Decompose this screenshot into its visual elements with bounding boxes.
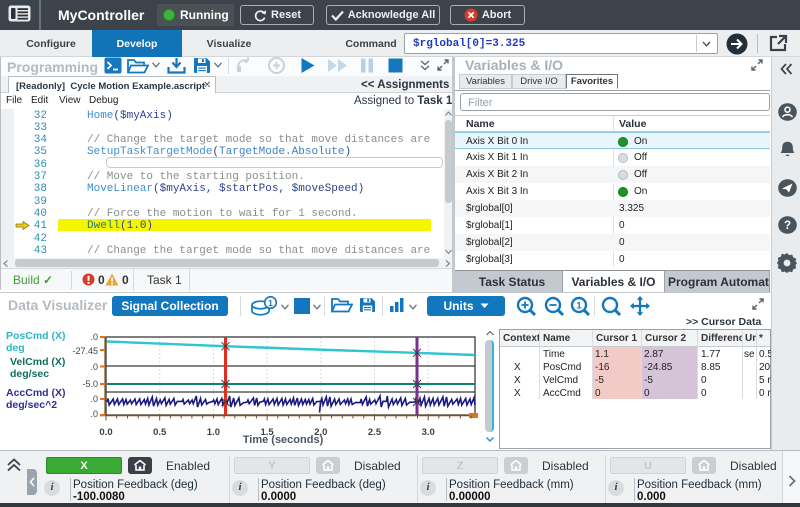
svg-text:1: 1 bbox=[268, 298, 273, 308]
svg-text:3.0: 3.0 bbox=[422, 427, 435, 438]
svg-text:0.0: 0.0 bbox=[99, 427, 112, 438]
svg-text:?: ? bbox=[784, 220, 791, 232]
svg-text:1: 1 bbox=[576, 301, 582, 312]
svg-text:0.5: 0.5 bbox=[153, 427, 167, 438]
svg-text:2.5: 2.5 bbox=[368, 427, 382, 438]
svg-text:1.0: 1.0 bbox=[207, 427, 220, 438]
svg-text:Time (seconds): Time (seconds) bbox=[243, 434, 324, 446]
